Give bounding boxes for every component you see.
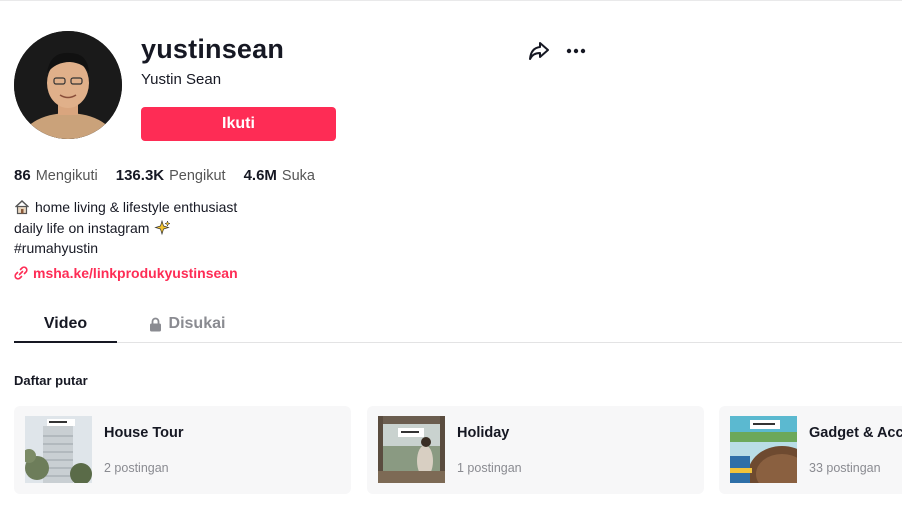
stat-following[interactable]: 86 Mengikuti xyxy=(14,167,98,184)
stat-likes-value: 4.6M xyxy=(243,167,277,184)
top-divider xyxy=(0,0,902,1)
more-options-icon[interactable] xyxy=(565,40,587,62)
stat-followers[interactable]: 136.3K Pengikut xyxy=(116,167,226,184)
profile-username: yustinsean xyxy=(141,34,285,64)
lock-icon xyxy=(149,317,162,332)
avatar-photo xyxy=(14,31,122,139)
house-emoji-icon xyxy=(14,199,30,215)
playlist-card-holiday[interactable]: Holiday 1 postingan xyxy=(367,406,704,494)
playlist-thumbnail xyxy=(730,416,797,483)
stat-followers-label: Pengikut xyxy=(169,168,226,184)
tab-liked[interactable]: Disukai xyxy=(147,306,227,342)
tab-video[interactable]: Video xyxy=(14,306,117,343)
playlist-name: Gadget & Acc xyxy=(809,425,902,441)
stat-following-value: 86 xyxy=(14,167,31,184)
playlist-card-house-tour[interactable]: House Tour 2 postingan xyxy=(14,406,351,494)
profile-bio: home living & lifestyle enthusiast daily… xyxy=(14,197,237,259)
playlist-thumbnail xyxy=(378,416,445,483)
stat-followers-value: 136.3K xyxy=(115,167,165,184)
follow-button[interactable]: Ikuti xyxy=(141,107,336,141)
playlist-section-title: Daftar putar xyxy=(14,373,88,388)
tab-liked-label: Disukai xyxy=(168,315,226,332)
playlist-name: Holiday xyxy=(457,425,510,441)
stat-following-label: Mengikuti xyxy=(35,168,98,184)
link-chain-icon xyxy=(14,266,28,280)
profile-nickname: Yustin Sean xyxy=(141,71,222,88)
playlist-name: House Tour xyxy=(104,425,184,441)
stat-likes: 4.6M Suka xyxy=(244,167,315,184)
bio-line-3: #rumahyustin xyxy=(14,240,99,256)
stat-likes-label: Suka xyxy=(281,168,315,184)
sparkles-emoji-icon xyxy=(154,219,172,236)
playlist-count: 33 postingan xyxy=(809,461,881,475)
bio-line-1: home living & lifestyle enthusiast xyxy=(35,199,238,215)
bio-line-2: daily life on instagram xyxy=(14,219,150,236)
profile-stats: 86 Mengikuti 136.3K Pengikut 4.6M Suka xyxy=(14,167,333,184)
share-icon[interactable] xyxy=(527,40,551,62)
playlist-count: 1 postingan xyxy=(457,461,522,475)
profile-link[interactable]: msha.ke/linkprodukyustinsean xyxy=(14,265,238,281)
playlist-card-gadget-acc[interactable]: Gadget & Acc 33 postingan xyxy=(719,406,902,494)
avatar[interactable] xyxy=(14,31,122,139)
tab-video-label: Video xyxy=(43,314,88,332)
profile-tabs: Video Disukai xyxy=(14,306,902,343)
profile-link-text: msha.ke/linkprodukyustinsean xyxy=(33,265,238,281)
playlist-count: 2 postingan xyxy=(104,461,169,475)
playlist-thumbnail xyxy=(25,416,92,483)
